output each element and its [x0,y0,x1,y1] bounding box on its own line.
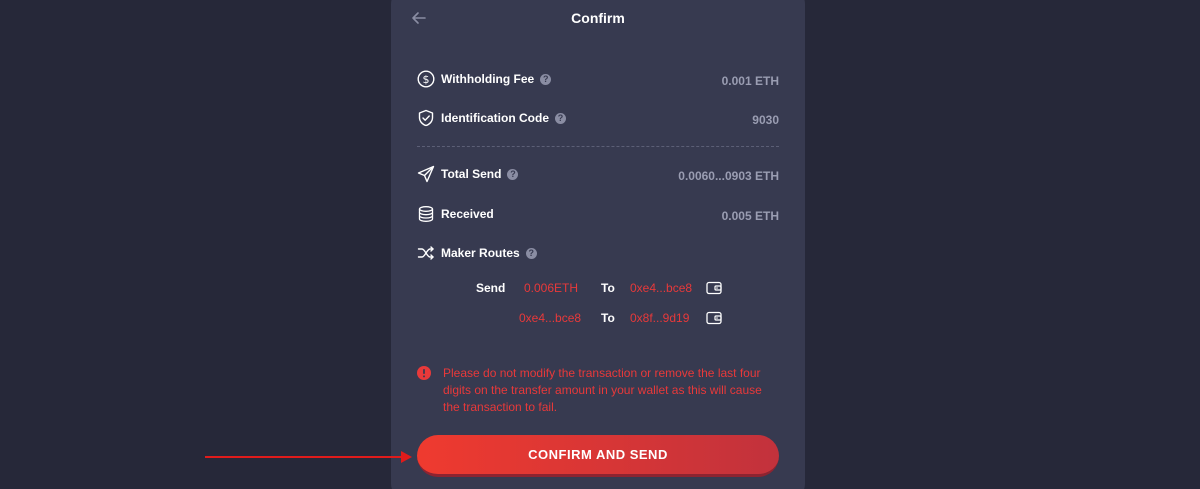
warning-text: Please do not modify the transaction or … [443,366,762,414]
route-to-label: To [601,281,615,295]
withholding-fee-value: 0.001 ETH [721,74,779,88]
confirm-and-send-button[interactable]: CONFIRM AND SEND [417,435,779,477]
total-send-value: 0.0060...0903 ETH [678,169,779,183]
identification-code-value: 9030 [752,113,779,127]
divider [417,146,779,147]
route-item: Send 0.006ETH To 0xe4...bce8 [391,281,805,297]
total-send-label: Total Send? [441,167,519,181]
page-title: Confirm [571,10,625,26]
withholding-fee-row: $ Withholding Fee? 0.001 ETH [417,69,779,91]
maker-routes-row: Maker Routes? [417,243,779,265]
question-circle-icon[interactable]: ? [540,74,552,85]
route-to-address[interactable]: 0xe4...bce8 [630,281,692,295]
maker-routes-label: Maker Routes? [441,246,537,260]
shuffle-icon [417,246,434,260]
withholding-fee-label: Withholding Fee? [441,72,552,86]
total-send-row: Total Send? 0.0060...0903 ETH [417,164,779,186]
identification-code-label: Identification Code? [441,111,566,125]
route-to-label: To [601,311,615,325]
question-circle-icon[interactable]: ? [555,113,566,124]
route-item: 0xe4...bce8 To 0x8f...9d19 [391,311,805,327]
confirm-panel: Confirm $ Withholding Fee? 0.001 ETH Ide… [391,0,805,489]
question-circle-icon[interactable]: ? [525,248,537,259]
svg-text:$: $ [423,73,430,86]
route-from[interactable]: 0xe4...bce8 [519,311,581,325]
received-value: 0.005 ETH [721,209,779,223]
identification-code-row: Identification Code? 9030 [417,108,779,130]
wallet-icon[interactable] [706,311,722,325]
route-to-address[interactable]: 0x8f...9d19 [630,311,689,325]
route-send-label: Send [476,281,506,295]
shield-check-icon [418,109,434,127]
question-circle-icon[interactable]: ? [507,169,519,180]
received-label: Received [441,207,494,221]
route-from: 0.006ETH [524,281,579,295]
panel-header: Confirm [391,0,805,36]
paper-plane-icon [417,165,435,183]
exclamation-circle-icon [417,366,431,380]
received-row: Received 0.005 ETH [417,204,779,226]
annotation-arrow-icon [205,451,412,463]
coin-stack-icon [418,206,434,222]
wallet-icon[interactable] [706,281,722,295]
dollar-circle-icon: $ [417,70,435,88]
